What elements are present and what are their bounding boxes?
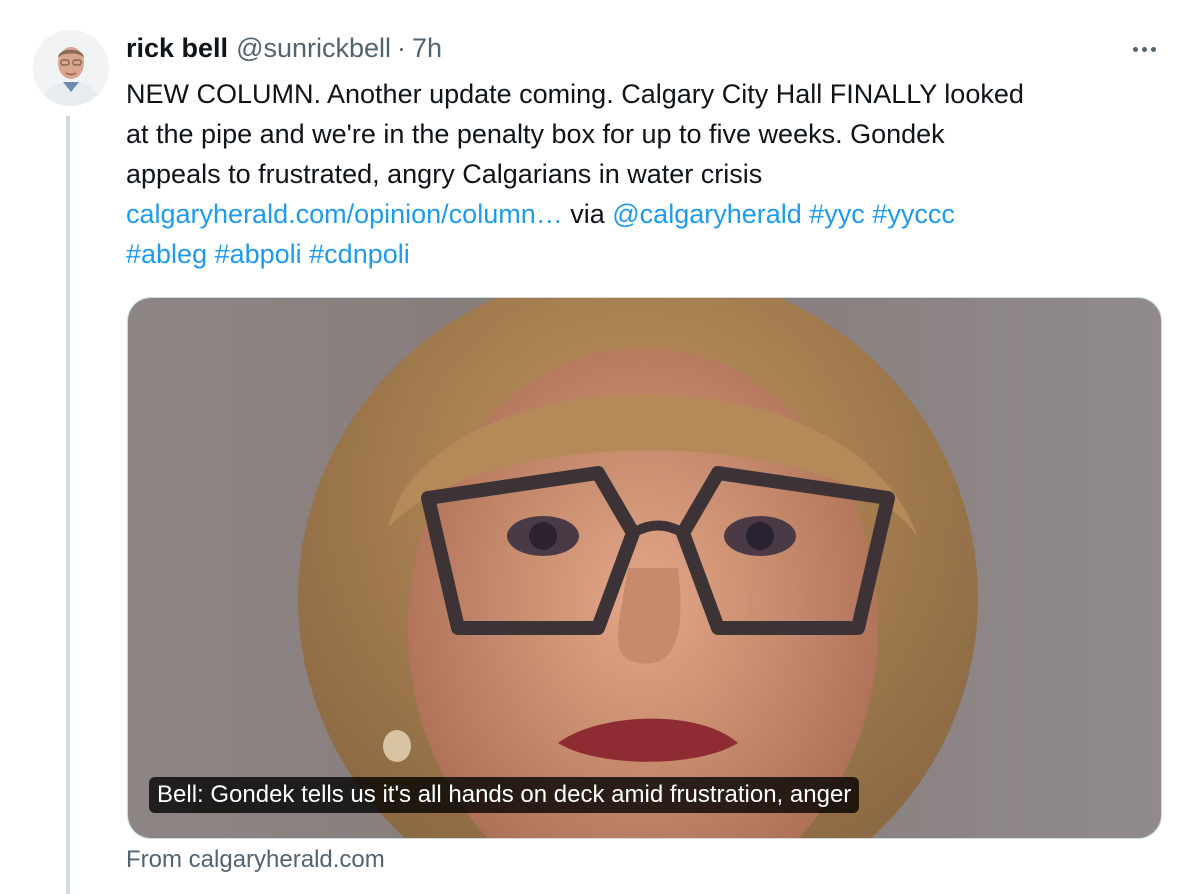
link-preview-card[interactable]: Bell: Gondek tells us it's all hands on … — [127, 297, 1162, 839]
avatar-photo — [33, 30, 109, 106]
hashtag-links[interactable]: #yyc #yyccc — [802, 199, 955, 229]
tweet-text-line: at the pipe and we're in the penalty box… — [126, 119, 945, 149]
hashtag-links[interactable]: #ableg #abpoli #cdnpoli — [126, 234, 1146, 274]
tweet-text-line: appeals to frustrated, angry Calgarians … — [126, 159, 763, 189]
article-link[interactable]: calgaryherald.com/opinion/column… — [126, 199, 563, 229]
more-horizontal-icon[interactable] — [1124, 34, 1164, 64]
author-name[interactable]: rick bell — [126, 33, 228, 64]
header-separator: · — [397, 32, 407, 63]
mention-link[interactable]: @calgaryherald — [612, 199, 802, 229]
thread-connector-line — [66, 116, 70, 894]
article-photo — [128, 298, 1161, 838]
tweet-text-line: NEW COLUMN. Another update coming. Calga… — [126, 79, 1024, 109]
tweet-text: NEW COLUMN. Another update coming. Calga… — [126, 74, 1146, 274]
tweet-link-line: calgaryherald.com/opinion/column… via @c… — [126, 194, 1146, 234]
tweet-timestamp[interactable]: 7h — [412, 33, 442, 64]
via-text: via — [562, 199, 613, 229]
author-handle[interactable]: @sunrickbell — [236, 33, 391, 64]
card-source[interactable]: From calgaryherald.com — [126, 846, 385, 874]
avatar[interactable] — [33, 30, 109, 106]
tweet-header: rick bell @sunrickbell · 7h — [126, 28, 442, 68]
card-caption: Bell: Gondek tells us it's all hands on … — [149, 777, 860, 813]
